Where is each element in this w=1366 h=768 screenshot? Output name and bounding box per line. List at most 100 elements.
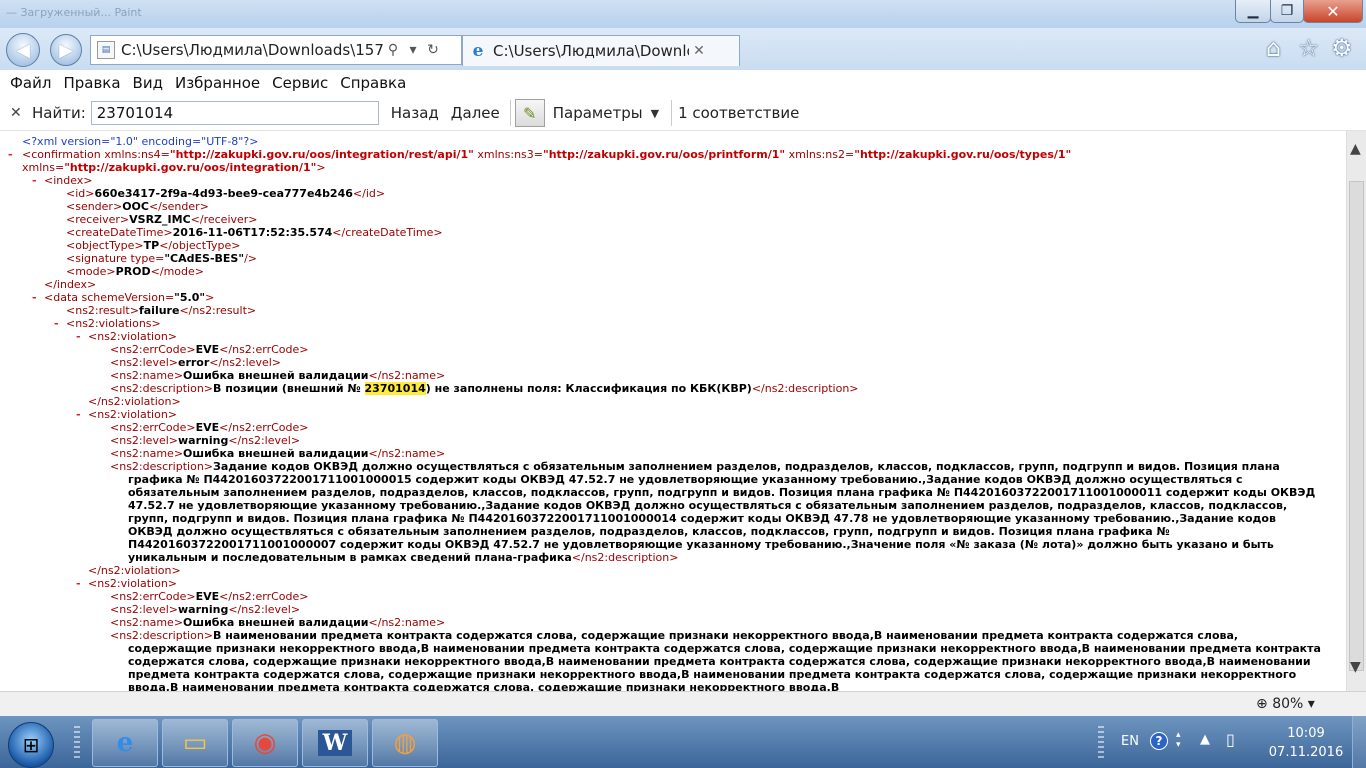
xml-data-open: - <data schemeVersion="5.0"> [32, 291, 215, 304]
menu-item-tools[interactable]: Сервис [272, 74, 328, 92]
find-back-button[interactable]: Назад [391, 104, 439, 122]
xml-objecttype: <objectType>TP</objectType> [66, 239, 241, 252]
taskbar-grip [74, 726, 80, 760]
back-button[interactable]: ◀ [6, 33, 40, 67]
xml-confirmation-open-cont: xmlns="http://zakupki.gov.ru/oos/integra… [22, 161, 326, 174]
collapse-toggle[interactable]: - [32, 174, 37, 187]
find-options-button[interactable]: Параметры [553, 104, 643, 122]
xml-description: <ns2:description>Задание кодов ОКВЭД дол… [110, 460, 1316, 564]
find-label: Найти: [32, 104, 86, 122]
taskbar-explorer-button[interactable]: ▭ [162, 719, 228, 767]
address-url[interactable]: C:\Users\Людмила\Downloads\15706 [121, 41, 383, 59]
xml-mode: <mode>PROD</mode> [66, 265, 204, 278]
find-next-button[interactable]: Далее [451, 104, 500, 122]
tray-grip [1098, 726, 1104, 760]
browser-tab[interactable]: e C:\Users\Людмила\Downlo... ✕ [462, 35, 740, 66]
taskbar-chrome-button[interactable]: ◉ [232, 719, 298, 767]
options-dropdown-icon[interactable]: ▼ [651, 107, 659, 120]
xml-description: <ns2:description>В позиции (внешний № 23… [110, 382, 859, 395]
zoom-level[interactable]: ⊕ 80% ▾ [1256, 696, 1315, 712]
xml-description: <ns2:description>В наименовании предмета… [110, 629, 1321, 691]
xml-errcode: <ns2:errCode>EVE</ns2:errCode> [110, 343, 309, 356]
scroll-down-arrow-icon[interactable]: ▼ [1350, 659, 1361, 675]
menu-item-view[interactable]: Вид [133, 74, 163, 92]
start-button[interactable]: ⊞ [8, 722, 54, 768]
clock-date: 07.11.2016 [1268, 745, 1344, 760]
clock-time: 10:09 [1287, 726, 1325, 741]
maximize-button[interactable]: ❐ [1270, 0, 1304, 23]
window-titlebar: — Загруженный... Paint ▁ ❐ ✕ [0, 0, 1366, 28]
divider [509, 100, 511, 126]
menu-item-file[interactable]: Файл [10, 74, 51, 92]
settings-gear-icon[interactable]: ⚙ [1331, 34, 1353, 62]
help-icon[interactable]: ? [1150, 732, 1168, 750]
xml-errcode: <ns2:errCode>EVE</ns2:errCode> [110, 421, 309, 434]
language-indicator[interactable]: EN [1121, 734, 1139, 749]
highlight-pen-icon[interactable]: ✎ [514, 99, 545, 127]
find-input[interactable]: 23701014 [90, 101, 379, 125]
xml-violation-close: </ns2:violation> [88, 395, 181, 408]
favorites-star-icon[interactable]: ☆ [1298, 34, 1320, 62]
xml-name: <ns2:name>Ошибка внешней валидации</ns2:… [110, 447, 446, 460]
menu-item-favorites[interactable]: Избранное [175, 74, 260, 92]
xml-level: <ns2:level>warning</ns2:level> [110, 434, 301, 447]
tray-expand-icon[interactable]: ▲ [1200, 732, 1210, 747]
xml-level: <ns2:level>warning</ns2:level> [110, 603, 301, 616]
find-bar: ✕ Найти: 23701014 Назад Далее ✎ Параметр… [0, 96, 1366, 131]
power-icon[interactable]: ▯ [1226, 730, 1235, 749]
xml-declaration: <?xml version="1.0" encoding="UTF-8"?> [22, 135, 259, 148]
show-desktop-button[interactable] [1352, 716, 1366, 768]
address-bar[interactable]: ▤ C:\Users\Людмила\Downloads\15706 ⚲ ▾ ↻ [90, 35, 462, 65]
tab-title: C:\Users\Людмила\Downlo... [493, 42, 689, 60]
navigation-bar: ◀ ▶ ▤ C:\Users\Людмила\Downloads\15706 ⚲… [0, 28, 1366, 70]
xml-document-view: <?xml version="1.0" encoding="UTF-8"?> -… [0, 131, 1346, 691]
xml-violation-open: - <ns2:violation> [76, 330, 178, 343]
xml-receiver: <receiver>VSRZ_IMC</receiver> [66, 213, 258, 226]
search-icon[interactable]: ⚲ [383, 42, 403, 58]
menu-item-edit[interactable]: Правка [63, 74, 120, 92]
xml-errcode: <ns2:errCode>EVE</ns2:errCode> [110, 590, 309, 603]
taskbar-ie-button[interactable]: e [92, 719, 158, 767]
xml-name: <ns2:name>Ошибка внешней валидации</ns2:… [110, 616, 446, 629]
forward-button[interactable]: ▶ [50, 34, 82, 66]
xml-confirmation-open: - <confirmation xmlns:ns4="http://zakupki… [8, 148, 1072, 161]
refresh-icon[interactable]: ↻ [423, 42, 443, 58]
paint-palette-icon: ◍ [393, 728, 417, 758]
close-button[interactable]: ✕ [1303, 0, 1363, 23]
language-switch-arrows-icon[interactable]: ▴ ▾ [1176, 730, 1181, 750]
collapse-toggle[interactable]: - [76, 408, 81, 421]
xml-level: <ns2:level>error</ns2:level> [110, 356, 282, 369]
scrollbar-thumb[interactable] [1349, 181, 1364, 671]
collapse-toggle[interactable]: - [32, 291, 37, 304]
home-icon[interactable]: ⌂ [1266, 34, 1281, 62]
tab-close-icon[interactable]: ✕ [689, 43, 709, 59]
xml-violations-open: - <ns2:violations> [54, 317, 161, 330]
divider [671, 100, 673, 126]
xml-name: <ns2:name>Ошибка внешней валидации</ns2:… [110, 369, 446, 382]
system-clock[interactable]: 10:09 07.11.2016 [1266, 724, 1346, 762]
collapse-toggle[interactable]: - [54, 317, 59, 330]
chrome-icon: ◉ [253, 728, 277, 758]
forward-arrow-icon: ▶ [59, 39, 73, 61]
minimize-button[interactable]: ▁ [1235, 0, 1271, 23]
collapse-toggle[interactable]: - [76, 577, 81, 590]
close-find-icon[interactable]: ✕ [10, 105, 24, 121]
back-arrow-icon: ◀ [16, 39, 30, 61]
windows-logo-icon: ⊞ [22, 733, 40, 757]
scroll-up-arrow-icon[interactable]: ▲ [1350, 141, 1361, 157]
ie-logo-icon: e [472, 41, 484, 61]
xml-signature: <signature type="CAdES-BES"/> [66, 252, 258, 265]
xml-violation-open: - <ns2:violation> [76, 408, 178, 421]
taskbar-word-button[interactable]: W [302, 719, 368, 767]
xml-result: <ns2:result>failure</ns2:result> [66, 304, 257, 317]
collapse-toggle[interactable]: - [8, 148, 13, 161]
xml-violation-open: - <ns2:violation> [76, 577, 178, 590]
page-favicon-icon: ▤ [97, 41, 115, 59]
xml-sender: <sender>OOC</sender> [66, 200, 209, 213]
vertical-scrollbar[interactable]: ▲ ▼ [1346, 131, 1366, 691]
collapse-toggle[interactable]: - [76, 330, 81, 343]
dropdown-arrow-icon[interactable]: ▾ [403, 42, 423, 58]
menu-item-help[interactable]: Справка [340, 74, 406, 92]
taskbar-paint-button[interactable]: ◍ [372, 719, 438, 767]
folder-icon: ▭ [182, 728, 208, 758]
